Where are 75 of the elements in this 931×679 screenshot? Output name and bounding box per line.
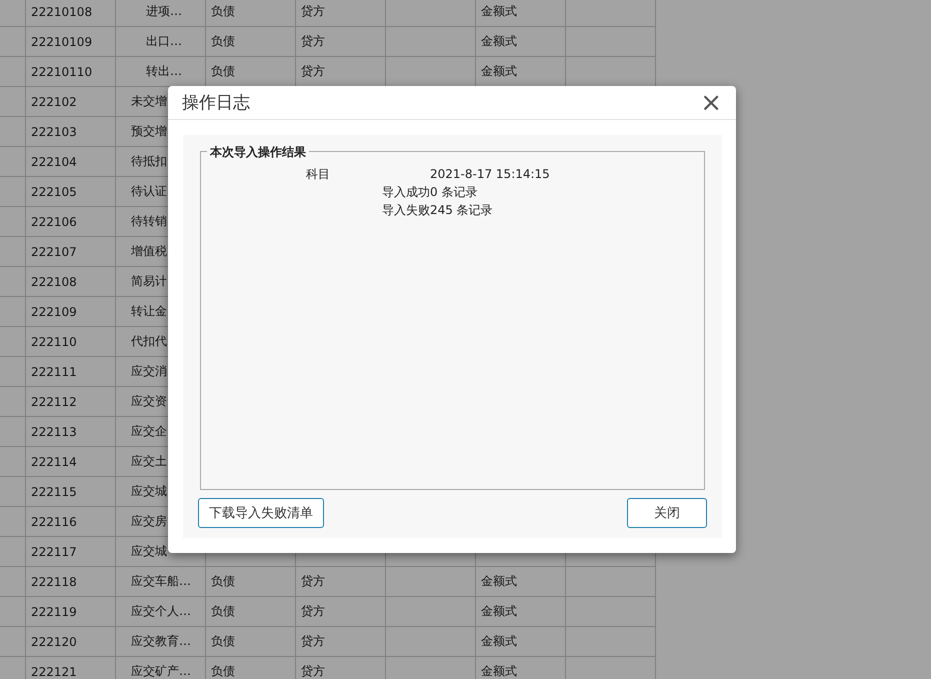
table-cell: 待抵扣 bbox=[131, 153, 167, 170]
table-cell: 增值税 bbox=[131, 243, 167, 260]
table-cell: 负债 bbox=[211, 663, 235, 679]
download-button[interactable]: 下载导入失败清单 bbox=[198, 498, 324, 528]
table-cell: 金额式 bbox=[481, 663, 517, 679]
table-cell: 贷方 bbox=[301, 33, 325, 50]
table-cell: 222113 bbox=[31, 424, 77, 438]
import-time: 2021-8-17 15:14:15 bbox=[430, 167, 550, 181]
table-cell: 222118 bbox=[31, 574, 77, 588]
table-cell: 负债 bbox=[211, 63, 235, 80]
table-cell: 222108 bbox=[31, 274, 77, 288]
subject-label: 科目 bbox=[306, 166, 331, 182]
table-cell: 应交企 bbox=[131, 423, 167, 440]
table-cell: 负债 bbox=[211, 633, 235, 650]
table-cell: 简易计 bbox=[131, 273, 167, 290]
result-line: 导入失败245 条记录 bbox=[382, 202, 494, 219]
table-cell: 出口… bbox=[146, 33, 182, 50]
table-cell: 转出… bbox=[146, 63, 182, 80]
table-cell: 222117 bbox=[31, 544, 77, 558]
table-cell: 应交教育… bbox=[131, 633, 191, 650]
table-cell: 贷方 bbox=[301, 663, 325, 679]
table-cell: 贷方 bbox=[301, 633, 325, 650]
table-cell: 金额式 bbox=[481, 3, 517, 20]
table-cell: 负债 bbox=[211, 603, 235, 620]
table-cell: 贷方 bbox=[301, 3, 325, 20]
table-cell: 待转销 bbox=[131, 213, 167, 230]
table-cell: 222103 bbox=[31, 124, 77, 138]
table-cell: 应交消 bbox=[131, 363, 167, 380]
table-cell: 222104 bbox=[31, 154, 77, 168]
table-cell: 负债 bbox=[211, 573, 235, 590]
table-cell: 222121 bbox=[31, 664, 77, 678]
table-cell: 222102 bbox=[31, 94, 77, 108]
table-cell: 贷方 bbox=[301, 63, 325, 80]
table-cell: 222116 bbox=[31, 514, 77, 528]
table-cell: 222105 bbox=[31, 184, 77, 198]
table-cell: 预交增 bbox=[131, 123, 167, 140]
table-cell: 代扣代 bbox=[131, 333, 167, 350]
table-cell: 22210110 bbox=[31, 64, 92, 78]
table-cell: 金额式 bbox=[481, 603, 517, 620]
close-button[interactable]: 关闭 bbox=[627, 498, 707, 528]
table-cell: 222120 bbox=[31, 634, 77, 648]
table-cell: 22210109 bbox=[31, 34, 92, 48]
table-cell: 应交矿产… bbox=[131, 663, 191, 679]
table-cell: 应交个人… bbox=[131, 603, 191, 620]
table-cell: 222110 bbox=[31, 334, 77, 348]
table-cell: 金额式 bbox=[481, 573, 517, 590]
result-line: 导入成功0 条记录 bbox=[382, 184, 478, 201]
table-cell: 应交城 bbox=[131, 543, 167, 560]
table-cell: 222119 bbox=[31, 604, 77, 618]
table-cell: 应交城 bbox=[131, 483, 167, 500]
table-cell: 贷方 bbox=[301, 603, 325, 620]
table-cell: 负债 bbox=[211, 33, 235, 50]
table-cell: 应交房 bbox=[131, 513, 167, 530]
table-cell: 应交土 bbox=[131, 453, 167, 470]
table-cell: 负债 bbox=[211, 3, 235, 20]
table-cell: 进项… bbox=[146, 3, 182, 20]
table-cell: 222111 bbox=[31, 364, 77, 378]
table-cell: 222106 bbox=[31, 214, 77, 228]
table-cell: 未交增 bbox=[131, 93, 167, 110]
table-cell: 待认证 bbox=[131, 183, 167, 200]
dialog-title: 操作日志 bbox=[182, 92, 250, 114]
table-cell: 转让金 bbox=[131, 303, 167, 320]
group-title: 本次导入操作结果 bbox=[207, 144, 309, 161]
table-cell: 金额式 bbox=[481, 33, 517, 50]
table-cell: 应交资 bbox=[131, 393, 167, 410]
table-cell: 应交车船… bbox=[131, 573, 191, 590]
table-cell: 222114 bbox=[31, 454, 77, 468]
table-cell: 222107 bbox=[31, 244, 77, 258]
table-cell: 222112 bbox=[31, 394, 77, 408]
table-cell: 金额式 bbox=[481, 633, 517, 650]
table-cell: 222109 bbox=[31, 304, 77, 318]
table-cell: 222115 bbox=[31, 484, 77, 498]
table-cell: 22210108 bbox=[31, 4, 92, 18]
table-cell: 金额式 bbox=[481, 63, 517, 80]
table-cell: 贷方 bbox=[301, 573, 325, 590]
